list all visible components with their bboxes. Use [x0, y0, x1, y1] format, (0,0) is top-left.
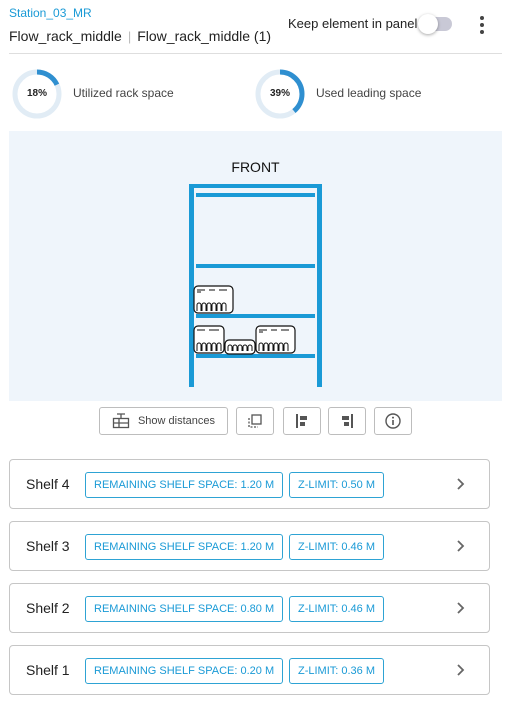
- bin: [255, 325, 296, 354]
- info-button[interactable]: [374, 407, 412, 435]
- shelf-name: Shelf 3: [26, 538, 70, 554]
- remaining-space-badge: REMAINING SHELF SPACE: 0.80 M: [85, 596, 284, 622]
- z-limit-badge: Z-LIMIT: 0.46 M: [289, 596, 385, 622]
- breadcrumb-separator: |: [127, 29, 132, 44]
- breadcrumb: Flow_rack_middle | Flow_rack_middle (1): [9, 28, 271, 44]
- remaining-space-badge: REMAINING SHELF SPACE: 1.20 M: [85, 472, 284, 498]
- chevron-right-icon[interactable]: [454, 539, 468, 553]
- align-left-icon: [296, 414, 307, 428]
- z-limit-badge: Z-LIMIT: 0.46 M: [289, 534, 385, 560]
- chevron-right-icon[interactable]: [454, 601, 468, 615]
- align-right-button[interactable]: [328, 407, 366, 435]
- shelf-name: Shelf 4: [26, 476, 70, 492]
- keep-element-label: Keep element in panel: [288, 16, 418, 31]
- visualization-toolbar: Show distances: [0, 407, 505, 435]
- toggle-knob: [418, 14, 438, 34]
- rack-name: Flow_rack_middle: [9, 28, 122, 44]
- z-limit-badge: Z-LIMIT: 0.50 M: [289, 472, 385, 498]
- rack-visualization: FRONT: [9, 131, 502, 401]
- ruler-grid-icon: [112, 413, 130, 429]
- utilized-rack-space-gauge: 18% Utilized rack space: [11, 68, 231, 120]
- rack-shelf-3: [196, 264, 315, 268]
- rack-shelf-1: [196, 354, 315, 358]
- remaining-space-badge: REMAINING SHELF SPACE: 1.20 M: [85, 534, 284, 560]
- gauge-label: Used leading space: [316, 86, 422, 100]
- gauge-percent: 18%: [26, 88, 47, 99]
- shelf-name: Shelf 2: [26, 600, 70, 616]
- chevron-right-icon[interactable]: [454, 477, 468, 491]
- bin: [193, 325, 225, 354]
- rack-left-post: [189, 184, 194, 387]
- rack-right-post: [317, 184, 322, 387]
- shelf-card-3[interactable]: Shelf 3 REMAINING SHELF SPACE: 1.20 M Z-…: [9, 521, 490, 571]
- rack-shelf-2: [196, 314, 315, 318]
- align-left-button[interactable]: [283, 407, 321, 435]
- show-distances-label: Show distances: [137, 415, 216, 427]
- keep-element-toggle[interactable]: [418, 14, 452, 34]
- rack-shelf-4: [196, 193, 315, 197]
- bin: [224, 339, 256, 355]
- crop-select-icon: [248, 414, 262, 428]
- shelf-card-2[interactable]: Shelf 2 REMAINING SHELF SPACE: 0.80 M Z-…: [9, 583, 490, 633]
- kebab-menu-icon[interactable]: [475, 14, 489, 36]
- used-leading-space-gauge: 39% Used leading space: [254, 68, 474, 120]
- rack-top-beam: [189, 184, 322, 188]
- shelf-name: Shelf 1: [26, 662, 70, 678]
- rack-instance-name: Flow_rack_middle (1): [137, 28, 272, 44]
- rack-drawing: [189, 184, 322, 387]
- z-limit-badge: Z-LIMIT: 0.36 M: [289, 658, 385, 684]
- header-divider: [9, 53, 502, 54]
- gauge-label: Utilized rack space: [73, 86, 174, 100]
- shelf-card-1[interactable]: Shelf 1 REMAINING SHELF SPACE: 0.20 M Z-…: [9, 645, 490, 695]
- bin: [193, 285, 234, 314]
- gauge-percent: 39%: [269, 88, 290, 99]
- align-right-icon: [342, 414, 353, 428]
- shelf-card-4[interactable]: Shelf 4 REMAINING SHELF SPACE: 1.20 M Z-…: [9, 459, 490, 509]
- show-distances-button[interactable]: Show distances: [99, 407, 228, 435]
- station-link[interactable]: Station_03_MR: [9, 6, 92, 20]
- info-icon: [385, 413, 401, 429]
- crop-select-button[interactable]: [236, 407, 274, 435]
- chevron-right-icon[interactable]: [454, 663, 468, 677]
- remaining-space-badge: REMAINING SHELF SPACE: 0.20 M: [85, 658, 284, 684]
